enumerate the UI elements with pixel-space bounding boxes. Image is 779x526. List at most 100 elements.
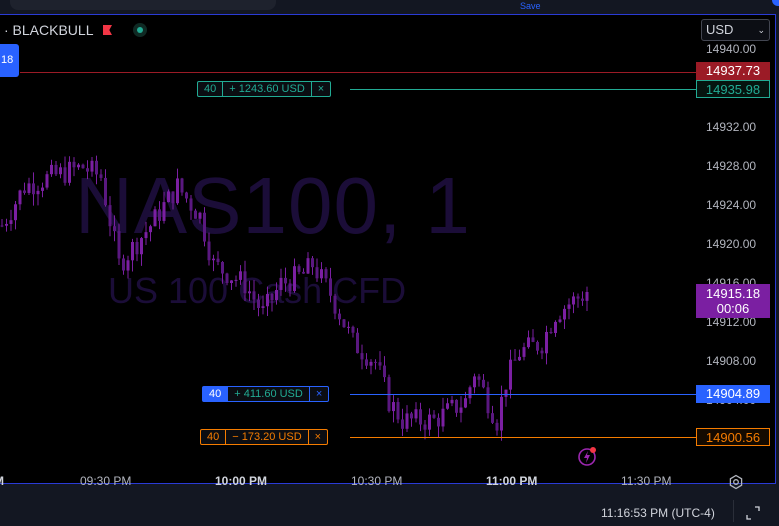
stop-loss-order[interactable]: 40 − 173.20 USD × (200, 429, 329, 445)
candle-body (320, 269, 323, 279)
candle-body (41, 187, 44, 191)
candle-body (293, 266, 296, 292)
candle-body (225, 273, 229, 284)
candle-body (369, 361, 373, 366)
candle-body (491, 413, 494, 423)
position-line[interactable] (350, 394, 696, 395)
candle-body (365, 359, 368, 366)
time-label: 10:30 PM (351, 474, 403, 488)
candle-body (288, 283, 292, 292)
candle-body (239, 271, 242, 280)
candle-body (18, 190, 22, 205)
close-icon[interactable]: × (312, 82, 330, 96)
close-icon[interactable]: × (310, 387, 328, 401)
candle-body (198, 212, 202, 219)
bar-countdown: 00:06 (716, 301, 750, 316)
candle-body (167, 191, 170, 203)
candle-body (518, 356, 521, 361)
candle-body (32, 183, 35, 195)
candle-body (545, 331, 548, 354)
symbol-legend[interactable]: · BLACKBULL (4, 22, 93, 38)
candle-body (306, 258, 310, 274)
candle-body (45, 174, 49, 188)
candle-body (576, 296, 580, 299)
current-price-label: 14915.18 00:06 (696, 284, 770, 318)
candle-body (63, 167, 67, 183)
lightning-alert-icon[interactable] (577, 445, 599, 467)
candle-body (95, 160, 98, 175)
order-pnl: + 411.60 USD (228, 387, 310, 401)
chevron-down-icon: ⌄ (757, 25, 765, 35)
clock[interactable]: 11:16:53 PM (UTC-4) (601, 506, 715, 520)
candle-body (207, 241, 211, 261)
candle-body (90, 160, 94, 172)
candle-body (50, 164, 53, 175)
candle-body (176, 178, 179, 204)
order-qty: 40 (201, 430, 227, 444)
candle-body (297, 266, 301, 272)
candle-body (585, 291, 589, 301)
candle-body (536, 341, 539, 351)
candle-body (495, 422, 499, 431)
candle-body (72, 161, 76, 168)
take-profit-order[interactable]: 40 + 1243.60 USD × (197, 81, 332, 97)
candle-body (104, 177, 107, 206)
candle-body (401, 419, 404, 429)
candle-body (140, 238, 143, 255)
price-tick: 14920.00 (706, 237, 757, 251)
close-icon[interactable]: × (309, 430, 327, 444)
currency-select[interactable]: USD ⌄ (701, 19, 770, 41)
candle-body (257, 299, 260, 308)
candle-body (342, 319, 346, 328)
candle-body (180, 178, 184, 193)
candle-body (558, 319, 562, 322)
candle-body (185, 192, 188, 199)
price-tick: 14940.00 (706, 42, 757, 56)
candle-body (135, 242, 139, 255)
candle-body (329, 278, 332, 296)
candle-body (486, 387, 490, 414)
ask-line (20, 72, 696, 73)
candle-body (108, 205, 112, 227)
candle-body (572, 296, 575, 305)
fullscreen-icon[interactable] (746, 506, 760, 520)
candle-body (396, 402, 400, 420)
candle-body (414, 409, 418, 419)
candle-body (5, 223, 8, 226)
candle-body (113, 226, 116, 232)
candle-body (266, 293, 269, 307)
price-tick: 14908.00 (706, 354, 757, 368)
time-label: 11:30 PM (621, 474, 672, 488)
candle-body (315, 267, 319, 279)
candle-body (531, 337, 535, 342)
candle-body (243, 271, 247, 294)
stop-loss-line[interactable] (350, 437, 696, 438)
candle-body (554, 321, 557, 334)
candle-body (405, 413, 409, 429)
take-profit-line[interactable] (350, 89, 696, 90)
candle-body (126, 260, 130, 271)
position-order[interactable]: 40 + 411.60 USD × (202, 386, 330, 402)
candle-body (428, 414, 431, 430)
take-profit-price-label: 14935.98 (696, 80, 770, 98)
order-pnl: + 1243.60 USD (223, 82, 312, 96)
time-label: 11:00 PM (486, 474, 538, 488)
candle-body (81, 164, 85, 169)
price-tick: 14932.00 (706, 120, 757, 134)
candle-body (117, 231, 121, 259)
candle-body (419, 409, 422, 425)
candle-body (36, 190, 40, 195)
candle-body (464, 398, 467, 408)
candle-body (477, 376, 481, 380)
candle-body (279, 277, 283, 290)
candle-body (333, 295, 337, 314)
candle-body (203, 212, 206, 242)
settings-icon[interactable] (728, 474, 744, 490)
candle-body (302, 271, 305, 274)
candle-body (441, 408, 445, 427)
candle-body (275, 289, 278, 301)
candle-body (581, 298, 584, 301)
stop-loss-price-label: 14900.56 (696, 428, 770, 446)
order-qty: 40 (203, 387, 229, 401)
candle-body (212, 258, 215, 261)
